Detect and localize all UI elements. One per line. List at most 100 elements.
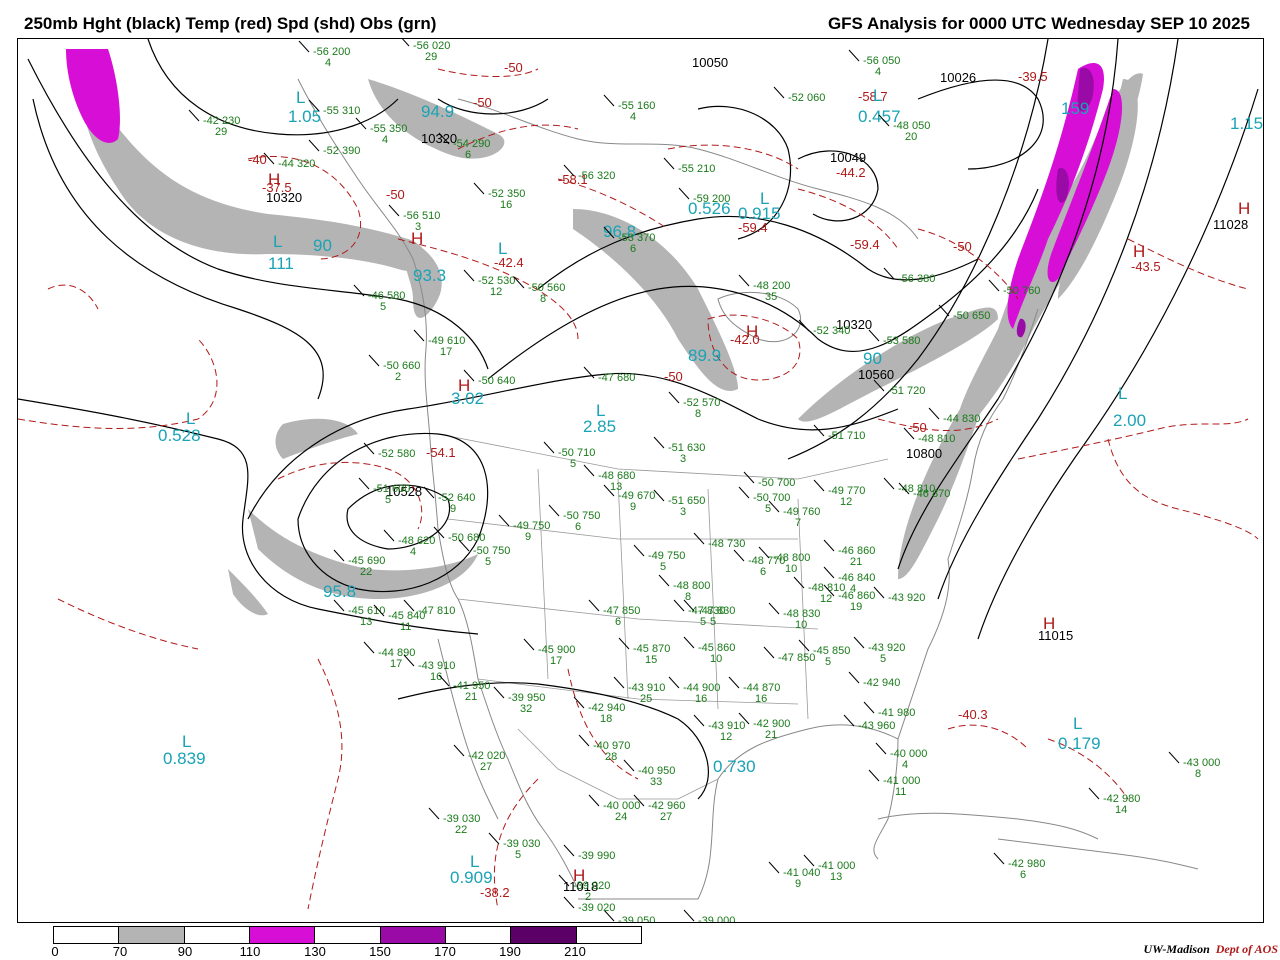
wind-barb (498, 514, 510, 527)
temperature-label: -50 (504, 60, 523, 75)
station-obs-speed: 8 (1195, 768, 1201, 780)
pressure-center-high: H (1133, 242, 1145, 261)
station-obs: -50 710 (558, 447, 595, 459)
station-obs: -49 670 (618, 490, 655, 502)
station-obs: -47 850 (603, 605, 640, 617)
speed-label: 2.00 (1113, 411, 1146, 430)
station-obs-speed: 33 (650, 776, 662, 788)
pressure-center-high: H (746, 322, 758, 341)
wind-barb (623, 759, 635, 772)
station-obs-speed: 3 (415, 221, 421, 233)
station-obs: -59 200 (693, 193, 730, 205)
station-obs-speed: 5 (710, 616, 716, 628)
station-obs-speed: 28 (605, 751, 617, 763)
temperature-label: -40.3 (958, 707, 988, 722)
wind-barb (798, 319, 810, 332)
wind-barb (728, 676, 740, 689)
wind-barb (843, 714, 855, 727)
station-obs: -47 850 (778, 652, 815, 664)
wind-barb (668, 676, 680, 689)
speed-label: 1.15 (1230, 114, 1263, 133)
wind-barb (863, 701, 875, 714)
pressure-center-high: H (268, 170, 280, 189)
wind-barb (793, 576, 805, 589)
speed-label: 90 (313, 236, 332, 255)
temperature-label: -50 (664, 369, 683, 384)
station-obs-speed: 27 (480, 761, 492, 773)
analysis-time: GFS Analysis for 0000 UTC Wednesday SEP … (827, 14, 1250, 33)
pressure-center-low: L (498, 239, 507, 258)
wind-barb (583, 464, 595, 477)
temperature-label: -50 (473, 95, 492, 110)
wind-barb (683, 636, 695, 649)
speed-label: 0.839 (163, 749, 206, 768)
political-boundaries (437, 433, 889, 800)
pressure-center-low: L (873, 86, 882, 105)
wind-barb (548, 504, 560, 517)
wind-barb (355, 117, 367, 130)
wind-barb (388, 204, 400, 217)
colorbar-segment (380, 927, 446, 943)
station-obs: -47 830 (698, 605, 735, 617)
station-obs-speed: 12 (490, 286, 502, 298)
station-obs: -52 640 (438, 492, 475, 504)
pressure-center-low: L (273, 232, 282, 251)
station-obs-speed: 5 (485, 556, 491, 568)
station-obs-speed: 21 (465, 691, 477, 703)
colorbar-tick-label: 70 (112, 944, 128, 959)
station-obs: -44 320 (278, 158, 315, 170)
station-obs-speed: 27 (660, 811, 672, 823)
wind-barb (308, 139, 320, 152)
station-obs: -50 700 (758, 477, 795, 489)
pressure-center-low: L (1073, 714, 1082, 733)
wind-barb (693, 532, 705, 545)
station-obs: -50 700 (753, 492, 790, 504)
station-obs: -56 050 (863, 55, 900, 67)
station-obs: -55 160 (618, 100, 655, 112)
wind-barb (1168, 751, 1180, 764)
station-obs: -52 580 (378, 448, 415, 460)
station-obs-speed: 13 (360, 616, 372, 628)
wind-barb (738, 274, 750, 287)
weather-map: 1.05 94.9 111 90 93.3 0.528 3.02 2.85 96.8 89.9 0.… (17, 38, 1264, 923)
height-label: 10560 (858, 367, 894, 382)
station-obs-speed: 17 (440, 346, 452, 358)
station-obs: -44 830 (943, 413, 980, 425)
colorbar-segment (249, 927, 316, 943)
pressure-center-low: L (470, 852, 479, 871)
wind-barb (823, 539, 835, 552)
wind-barb (738, 486, 750, 499)
station-obs-speed: 5 (765, 503, 771, 515)
speed-label: 89.9 (688, 346, 721, 365)
wind-barb (513, 276, 525, 289)
speed-label: 94.9 (421, 102, 454, 121)
speed-label: 159 (1061, 99, 1089, 118)
station-obs: -55 350 (370, 123, 407, 135)
station-obs: -46 840 (838, 572, 875, 584)
station-obs: -39 020 (578, 902, 615, 914)
pressure-center-low: L (760, 189, 769, 208)
station-obs-speed: 9 (630, 501, 636, 513)
station-obs: -52 060 (788, 92, 825, 104)
wind-barb (563, 896, 575, 909)
wind-barb (693, 714, 705, 727)
height-label: 10050 (692, 55, 728, 70)
colorbar-tick-label: 170 (434, 944, 456, 959)
colorbar-tick-label: 0 (51, 944, 59, 959)
station-obs-speed: 12 (720, 731, 732, 743)
station-obs-speed: 4 (630, 111, 636, 123)
wind-barb (848, 49, 860, 62)
wind-barb (768, 861, 780, 874)
wind-barb (868, 329, 880, 342)
wind-barb (353, 284, 365, 297)
station-obs: -53 370 (618, 232, 655, 244)
station-obs: -56 510 (403, 210, 440, 222)
wind-barb (848, 671, 860, 684)
station-obs-speed: 22 (455, 824, 467, 836)
station-obs: -41 980 (878, 707, 915, 719)
station-obs: -39 050 (618, 915, 655, 922)
wind-barb (573, 696, 585, 709)
wind-barb (463, 269, 475, 282)
temperature-label: -50 (953, 239, 972, 254)
station-obs: -48 800 (673, 580, 710, 592)
